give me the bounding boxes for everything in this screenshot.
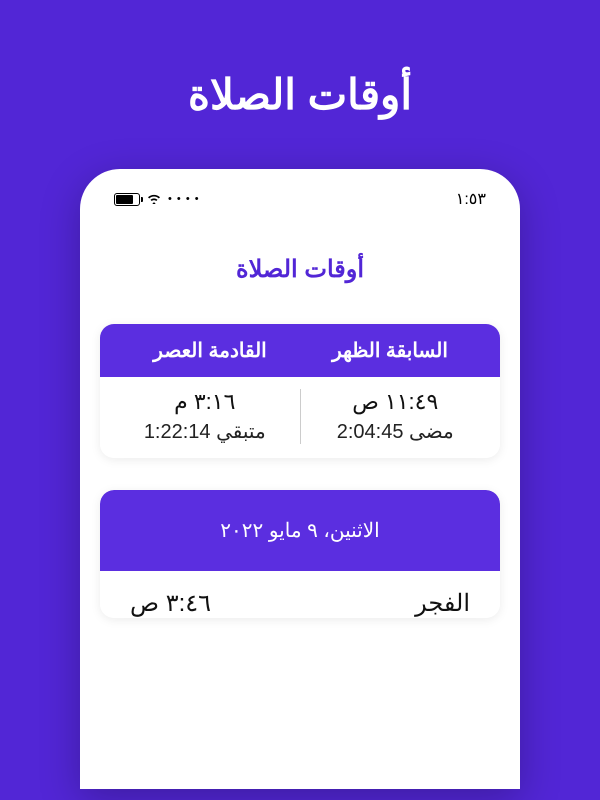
previous-prayer-label: السابقة الظهر xyxy=(300,338,480,363)
phone-frame: • • • • ١:٥٣ أوقات الصلاة السابقة الظهر … xyxy=(80,169,520,789)
prayer-time: ٣:٤٦ ص xyxy=(130,589,211,618)
next-prayer-label: القادمة العصر xyxy=(120,338,300,363)
status-time: ١:٥٣ xyxy=(456,189,486,209)
next-prayer-time: ٣:١٦ م xyxy=(120,389,290,415)
status-bar: • • • • ١:٥٣ xyxy=(100,187,500,227)
prayer-status-header: السابقة الظهر القادمة العصر xyxy=(100,324,500,377)
prayer-times-card: الاثنين، ٩ مايو ٢٠٢٢ الفجر ٣:٤٦ ص xyxy=(100,490,500,618)
prayer-name: الفجر xyxy=(415,589,470,618)
previous-prayer-elapsed: مضى 2:04:45 xyxy=(311,419,481,444)
prayer-row: الفجر ٣:٤٦ ص xyxy=(100,571,500,618)
prayer-status-card: السابقة الظهر القادمة العصر ١١:٤٩ ص مضى … xyxy=(100,324,500,458)
prayer-status-body: ١١:٤٩ ص مضى 2:04:45 ٣:١٦ م متبقي 1:22:14 xyxy=(100,377,500,458)
app-title: أوقات الصلاة xyxy=(100,227,500,324)
previous-prayer-column: ١١:٤٩ ص مضى 2:04:45 xyxy=(300,389,491,444)
next-prayer-column: ٣:١٦ م متبقي 1:22:14 xyxy=(110,389,300,444)
battery-icon xyxy=(114,193,140,206)
previous-prayer-time: ١١:٤٩ ص xyxy=(311,389,481,415)
date-header: الاثنين، ٩ مايو ٢٠٢٢ xyxy=(100,490,500,571)
wifi-icon xyxy=(146,191,162,208)
status-indicators: • • • • xyxy=(114,191,200,208)
signal-dots: • • • • xyxy=(168,193,200,205)
page-title: أوقات الصلاة xyxy=(0,0,600,169)
next-prayer-remaining: متبقي 1:22:14 xyxy=(120,419,290,444)
